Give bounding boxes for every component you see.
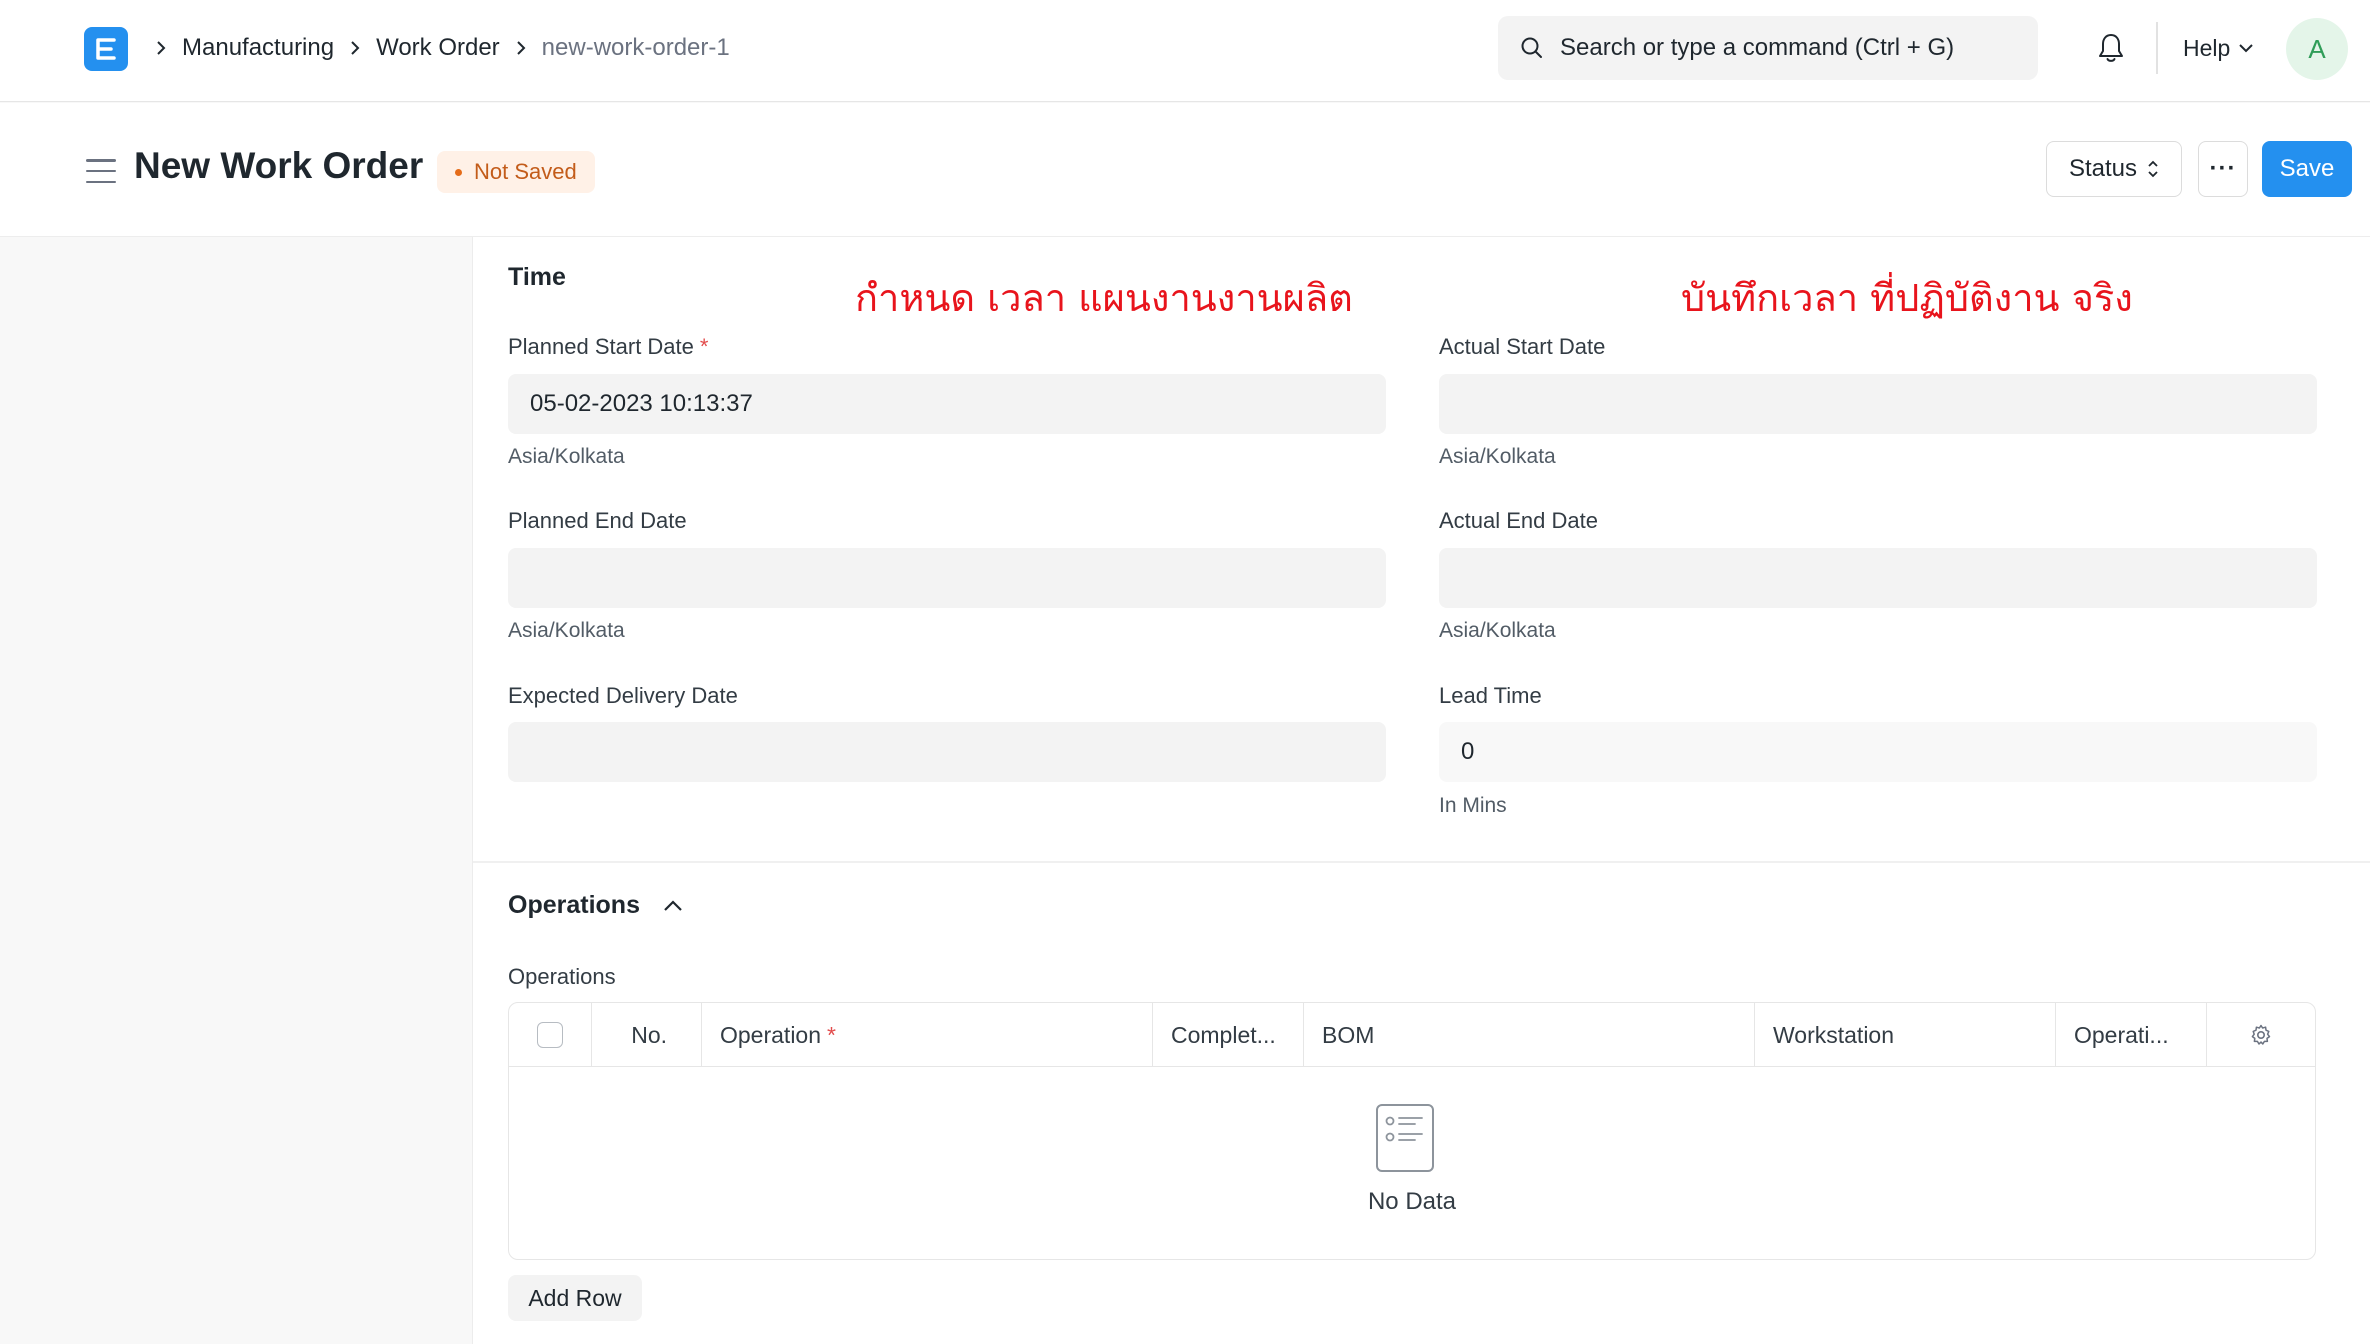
lead-time-unit: In Mins: [1439, 794, 1507, 817]
planned-start-timezone: Asia/Kolkata: [508, 445, 625, 468]
actual-start-timezone: Asia/Kolkata: [1439, 445, 1556, 468]
empty-state-text: No Data: [1367, 1188, 1457, 1215]
breadcrumb-current[interactable]: new-work-order-1: [542, 34, 730, 62]
more-actions-button[interactable]: ···: [2198, 141, 2248, 197]
operations-table-label: Operations: [508, 964, 616, 989]
navbar-divider: [2156, 22, 2158, 74]
status-button[interactable]: Status: [2046, 141, 2182, 197]
user-avatar[interactable]: A: [2286, 18, 2348, 80]
app-logo[interactable]: [84, 27, 128, 71]
operations-section-header[interactable]: Operations: [508, 891, 684, 920]
actual-start-field[interactable]: [1439, 374, 2317, 434]
expected-delivery-field[interactable]: [508, 722, 1386, 782]
lead-time-field: 0: [1439, 722, 2317, 782]
planned-end-label: Planned End Date: [508, 508, 687, 533]
column-settings: [2207, 1003, 2314, 1067]
search-input[interactable]: [1560, 34, 2020, 62]
form-card: Time กำหนด เวลา แผนงานงานผลิต บันทึกเวลา…: [472, 237, 2370, 1344]
sort-updown-icon: [2148, 160, 2158, 178]
actual-end-timezone: Asia/Kolkata: [1439, 619, 1556, 642]
column-workstation: Workstation: [1755, 1003, 2056, 1067]
column-completed: Complet...: [1153, 1003, 1304, 1067]
table-header-row: No. Operation * Complet... BOM Workstatio…: [509, 1003, 2315, 1067]
chevron-down-icon: [2239, 44, 2254, 53]
time-section-title: Time: [508, 263, 566, 291]
sidebar-toggle-icon[interactable]: [86, 159, 116, 183]
empty-list-icon: [1376, 1104, 1434, 1172]
page-title: New Work Order: [134, 145, 424, 186]
navbar: Manufacturing Work Order new-work-order-…: [0, 0, 2370, 102]
section-divider: [473, 861, 2370, 863]
chevron-right-icon: [154, 40, 168, 56]
search-icon: [1521, 37, 1542, 58]
app-logo-icon: [96, 38, 116, 60]
actual-end-field[interactable]: [1439, 548, 2317, 608]
column-operating: Operati...: [2056, 1003, 2207, 1067]
indicator-label: Not Saved: [474, 159, 577, 184]
status-button-label: Status: [2068, 155, 2138, 182]
column-bom: BOM: [1304, 1003, 1755, 1067]
planned-end-timezone: Asia/Kolkata: [508, 619, 625, 642]
gear-icon[interactable]: [2249, 1023, 2273, 1047]
planned-start-label: Planned Start Date *: [508, 334, 709, 359]
save-button[interactable]: Save: [2262, 141, 2352, 197]
chevron-right-icon: [514, 40, 528, 56]
select-all-cell: [509, 1003, 592, 1067]
help-dropdown[interactable]: Help: [2183, 30, 2254, 66]
lead-time-label: Lead Time: [1439, 683, 1542, 708]
column-no: No.: [592, 1003, 702, 1067]
actual-end-label: Actual End Date: [1439, 508, 1598, 533]
actual-start-label: Actual Start Date: [1439, 334, 1606, 359]
page-header: New Work Order Not Saved Status ··· Save: [0, 103, 2370, 237]
breadcrumb-manufacturing[interactable]: Manufacturing: [182, 34, 334, 62]
column-operation: Operation *: [702, 1003, 1153, 1067]
annotation-actual: บันทึกเวลา ที่ปฏิบัติงาน จริง: [1681, 276, 2133, 320]
search-bar[interactable]: [1498, 16, 2038, 80]
not-saved-indicator: Not Saved: [437, 151, 595, 193]
annotation-planned: กำหนด เวลา แผนงานงานผลิต: [855, 276, 1353, 320]
operations-section-title: Operations: [508, 891, 640, 919]
chevron-right-icon: [348, 40, 362, 56]
planned-start-field[interactable]: 05-02-2023 10:13:37: [508, 374, 1386, 434]
add-row-button[interactable]: Add Row: [508, 1275, 642, 1321]
planned-end-field[interactable]: [508, 548, 1386, 608]
breadcrumb-work-order[interactable]: Work Order: [376, 34, 500, 62]
status-dot-icon: [455, 168, 462, 176]
select-all-checkbox[interactable]: [537, 1022, 563, 1048]
notifications-bell-icon[interactable]: [2094, 30, 2128, 66]
chevron-up-icon[interactable]: [662, 899, 684, 913]
expected-delivery-label: Expected Delivery Date: [508, 683, 738, 708]
help-label: Help: [2183, 34, 2231, 61]
breadcrumb: Manufacturing Work Order new-work-order-…: [150, 0, 740, 96]
operations-table: No. Operation * Complet... BOM Workstatio…: [508, 1002, 2316, 1260]
